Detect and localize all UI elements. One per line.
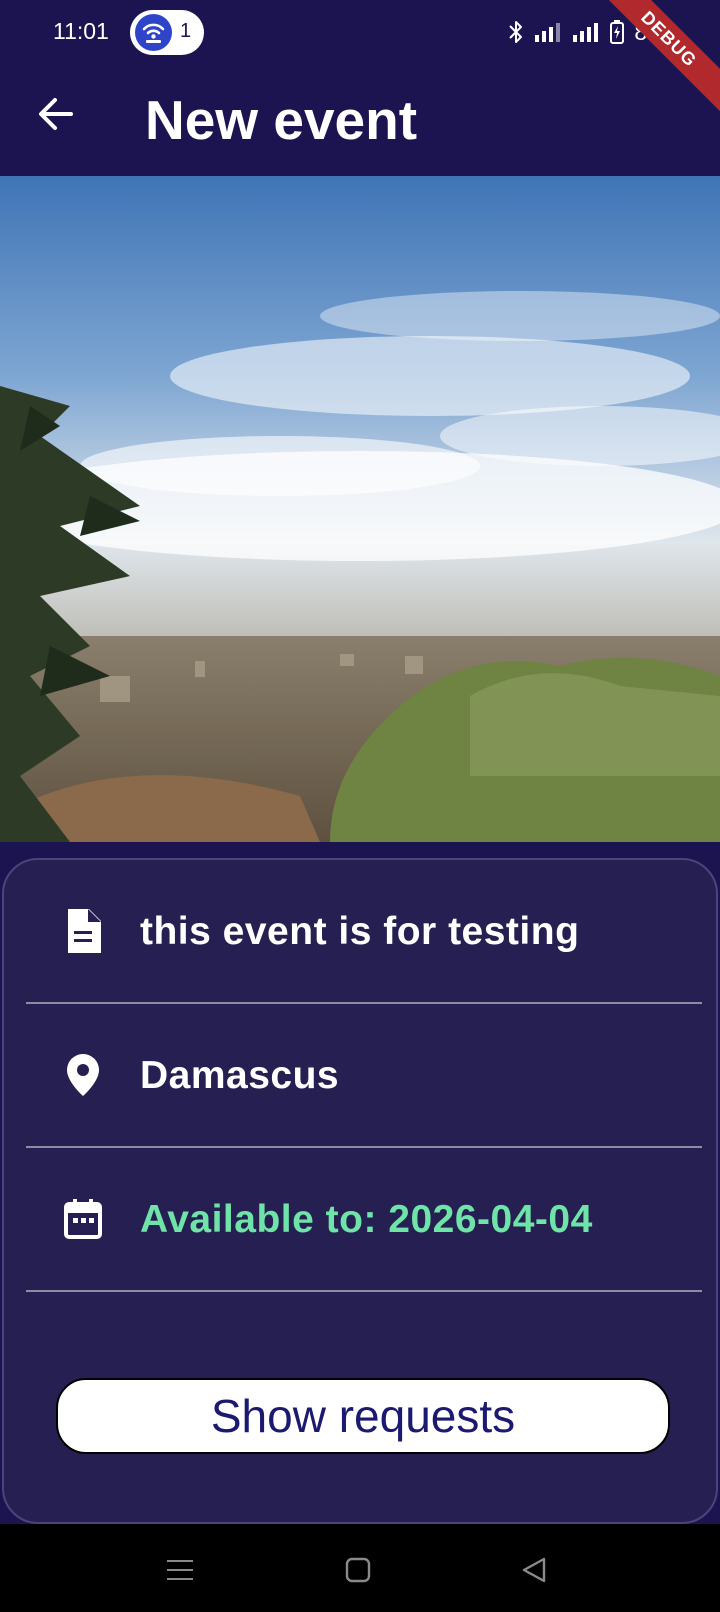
description-row: this event is for testing xyxy=(26,860,702,1004)
event-description: this event is for testing xyxy=(140,910,580,953)
document-icon xyxy=(60,908,106,954)
location-row: Damascus xyxy=(26,1004,702,1148)
event-image xyxy=(0,176,720,842)
signal-icon xyxy=(573,23,599,42)
wifi-hotspot-icon xyxy=(135,14,172,51)
event-details-card: this event is for testing Damascus Avail… xyxy=(2,858,718,1524)
signal-icon xyxy=(535,23,561,42)
back-triangle-icon xyxy=(522,1557,546,1583)
menu-icon xyxy=(167,1560,193,1580)
show-requests-button[interactable]: Show requests xyxy=(56,1378,670,1454)
location-pin-icon xyxy=(60,1052,106,1098)
app-bar: New event xyxy=(0,64,720,176)
nav-back-button[interactable] xyxy=(514,1550,554,1590)
event-available-date: Available to: 2026-04-04 xyxy=(140,1198,593,1241)
calendar-icon xyxy=(60,1196,106,1242)
wifi-badge-count: 1 xyxy=(180,20,192,42)
home-square-icon xyxy=(345,1557,371,1583)
battery-icon xyxy=(610,20,625,44)
event-location: Damascus xyxy=(140,1054,340,1097)
status-bar: 11:01 1 xyxy=(0,0,720,64)
date-row: Available to: 2026-04-04 xyxy=(26,1148,702,1292)
back-button[interactable] xyxy=(30,88,82,140)
arrow-back-icon xyxy=(39,98,73,130)
screen: 11:01 1 DEBUG New event this event is fo… xyxy=(0,0,720,1612)
system-nav-bar xyxy=(0,1524,720,1612)
page-title: New event xyxy=(145,89,418,151)
status-time: 11:01 xyxy=(53,18,109,44)
home-button[interactable] xyxy=(338,1550,378,1590)
wifi-hotspot-badge: 1 xyxy=(130,10,204,55)
bluetooth-icon xyxy=(509,21,523,43)
menu-button[interactable] xyxy=(160,1550,200,1590)
